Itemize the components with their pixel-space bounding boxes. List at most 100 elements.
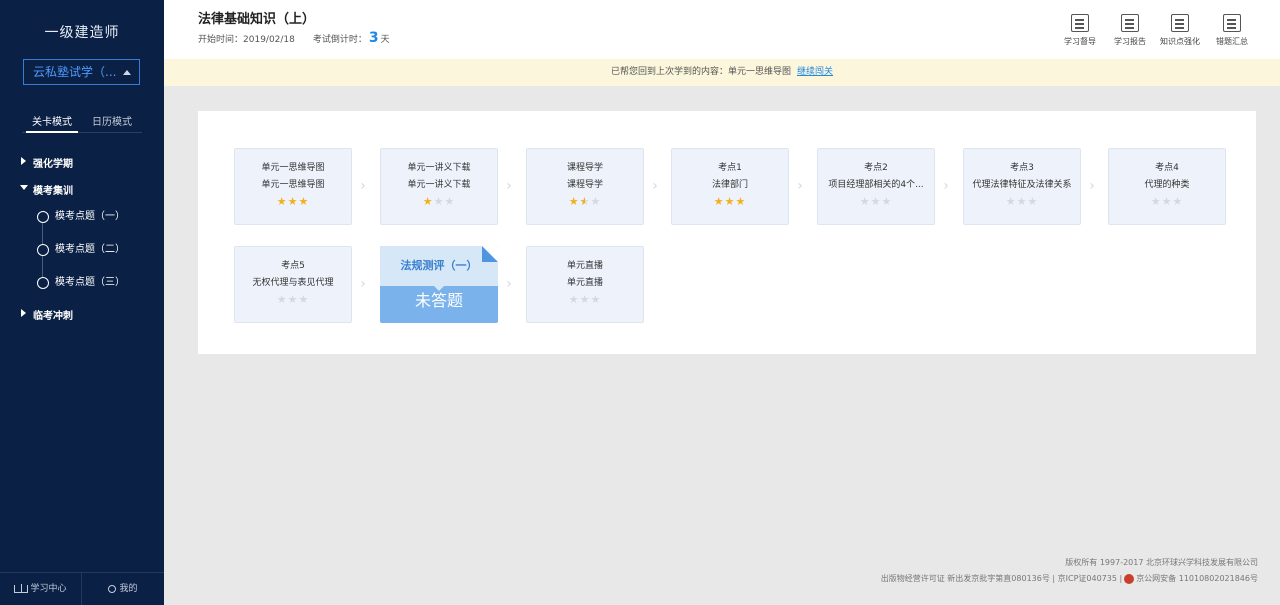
sidebar-group-mock-training[interactable]: 模考集训: [20, 182, 73, 197]
star-icon: ★: [590, 293, 602, 306]
star-icon: ★: [568, 293, 580, 306]
star-icon: ★: [1161, 195, 1173, 208]
node-subtitle: 法律部门: [711, 180, 748, 190]
active-tab-underline: [26, 131, 78, 133]
circle-icon: [37, 211, 49, 223]
node-stars: ★★★: [381, 196, 497, 208]
caret-up-icon: [123, 70, 131, 75]
star-icon: ★: [1005, 195, 1017, 208]
node-subtitle: 单元一思维导图: [261, 180, 325, 190]
chevron-right-icon: ›: [1089, 178, 1095, 194]
level-node[interactable]: 考点2 项目经理部相关的4个... ★★★: [817, 148, 935, 225]
node-title: 考点3: [1010, 163, 1034, 173]
level-node[interactable]: 课程导学 课程导学 ★★ ★: [526, 148, 644, 225]
footer: 版权所有 1997-2017 北京环球兴学科技发展有限公司 出版物经营许可证 新…: [880, 558, 1258, 584]
caret-down-icon: [20, 185, 28, 190]
report-icon: [1121, 14, 1139, 32]
chevron-right-icon: ›: [652, 178, 658, 194]
course-meta: 开始时间：2019/02/18 考试倒计时： 3 天: [198, 30, 390, 46]
level-map-card: 单元一思维导图 单元一思维导图 ★★★ › 单元一讲义下载 单元一讲义下载 ★★★ › 课程导学…: [198, 111, 1256, 354]
mode-tabs: 关卡模式 日历模式: [22, 113, 142, 133]
level-node[interactable]: 考点1 法律部门 ★★★: [671, 148, 789, 225]
level-node[interactable]: 单元直播 单元直播 ★★★: [526, 246, 644, 323]
wrong-questions-button[interactable]: 错题汇总: [1210, 14, 1254, 47]
study-supervision-button[interactable]: 学习督导: [1058, 14, 1102, 47]
star-icon: ★: [568, 195, 580, 208]
star-icon: ★: [444, 195, 456, 208]
star-icon: ★: [859, 195, 871, 208]
sidebar-bottom-bar: 学习中心 我的: [0, 572, 164, 605]
book-icon: [14, 583, 29, 593]
node-stars: ★★★: [235, 294, 351, 306]
level-node[interactable]: 考点4 代理的种类 ★★★: [1108, 148, 1226, 225]
node-subtitle: 单元直播: [566, 278, 603, 288]
star-icon: ★: [724, 195, 736, 208]
star-icon: ★: [276, 293, 288, 306]
mine-button[interactable]: 我的: [82, 573, 164, 605]
course-select[interactable]: 云私塾试学（...: [23, 59, 140, 85]
chevron-right-icon: ›: [360, 276, 366, 292]
chevron-right-icon: ›: [797, 178, 803, 194]
star-icon: ★: [287, 195, 299, 208]
sidebar-sub-item-3[interactable]: 模考点题（三）: [37, 277, 125, 289]
caret-right-icon: [21, 157, 26, 165]
level-node-active[interactable]: 法规测评（一） 未答题: [380, 246, 498, 323]
level-node[interactable]: 单元一思维导图 单元一思维导图 ★★★: [234, 148, 352, 225]
app-title: 一级建造师: [44, 25, 120, 41]
sidebar-group-intensive[interactable]: 强化学期: [21, 155, 73, 170]
police-badge-icon: [1124, 573, 1135, 584]
star-icon: ★: [1150, 195, 1162, 208]
sidebar-sub-item-2[interactable]: 模考点题（二）: [37, 244, 125, 256]
star-icon: ★: [433, 195, 445, 208]
node-stars: ★★★: [1109, 196, 1225, 208]
node-title: 考点1: [718, 163, 742, 173]
active-node-title: 法规测评（一）: [380, 246, 498, 291]
star-icon: ★: [1016, 195, 1028, 208]
node-stars: ★★★: [818, 196, 934, 208]
star-icon: ★: [590, 195, 602, 208]
node-title: 考点2: [864, 163, 888, 173]
node-subtitle: 单元一讲义下载: [407, 180, 471, 190]
supervision-icon: [1071, 14, 1089, 32]
node-subtitle: 课程导学: [566, 180, 603, 190]
knowledge-reinforce-button[interactable]: 知识点强化: [1158, 14, 1202, 47]
chevron-right-icon: ›: [506, 178, 512, 194]
chevron-right-icon: ›: [506, 276, 512, 292]
circle-icon: [37, 244, 49, 256]
star-icon: ★: [1027, 195, 1039, 208]
countdown-days: 3: [368, 30, 379, 46]
level-node[interactable]: 考点3 代理法律特征及法律关系 ★★★: [963, 148, 1081, 225]
node-title: 单元一讲义下载: [407, 163, 471, 173]
sidebar-sub-item-1[interactable]: 模考点题（一）: [37, 211, 125, 223]
toolbar: 学习督导 学习报告 知识点强化 错题汇总: [1058, 14, 1258, 50]
star-icon: ★: [1172, 195, 1184, 208]
level-node[interactable]: 单元一讲义下载 单元一讲义下载 ★★★: [380, 148, 498, 225]
node-subtitle: 项目经理部相关的4个...: [828, 180, 924, 190]
tab-level-mode[interactable]: 关卡模式: [22, 113, 82, 128]
tab-calendar-mode[interactable]: 日历模式: [82, 113, 142, 128]
sidebar-group-final-sprint[interactable]: 临考冲刺: [21, 307, 73, 322]
node-subtitle: 代理的种类: [1144, 180, 1190, 190]
sidebar: 一级建造师 云私塾试学（... 关卡模式 日历模式 强化学期 模考集训 模考点题…: [0, 0, 164, 605]
star-icon: ★: [881, 195, 893, 208]
node-stars: ★★★: [672, 196, 788, 208]
star-icon: ★: [735, 195, 747, 208]
study-report-button[interactable]: 学习报告: [1108, 14, 1152, 47]
list-icon: [1223, 14, 1241, 32]
node-title: 单元直播: [566, 261, 603, 271]
chevron-right-icon: ›: [943, 178, 949, 194]
resume-notice: 已帮您回到上次学到的内容：单元一思维导图 继续闯关: [164, 59, 1280, 86]
start-date: 2019/02/18: [243, 35, 295, 45]
node-subtitle: 代理法律特征及法律关系: [972, 180, 1072, 190]
course-select-value: 云私塾试学（...: [33, 65, 117, 79]
circle-icon: [37, 277, 49, 289]
continue-link[interactable]: 继续闯关: [797, 67, 833, 77]
node-stars: ★★★: [235, 196, 351, 208]
star-icon: ★: [579, 293, 591, 306]
node-stars: ★★★: [527, 294, 643, 306]
caret-right-icon: [21, 309, 26, 317]
star-icon: ★: [276, 195, 288, 208]
study-center-button[interactable]: 学习中心: [0, 573, 82, 605]
level-node[interactable]: 考点5 无权代理与表见代理 ★★★: [234, 246, 352, 323]
star-icon: ★: [287, 293, 299, 306]
